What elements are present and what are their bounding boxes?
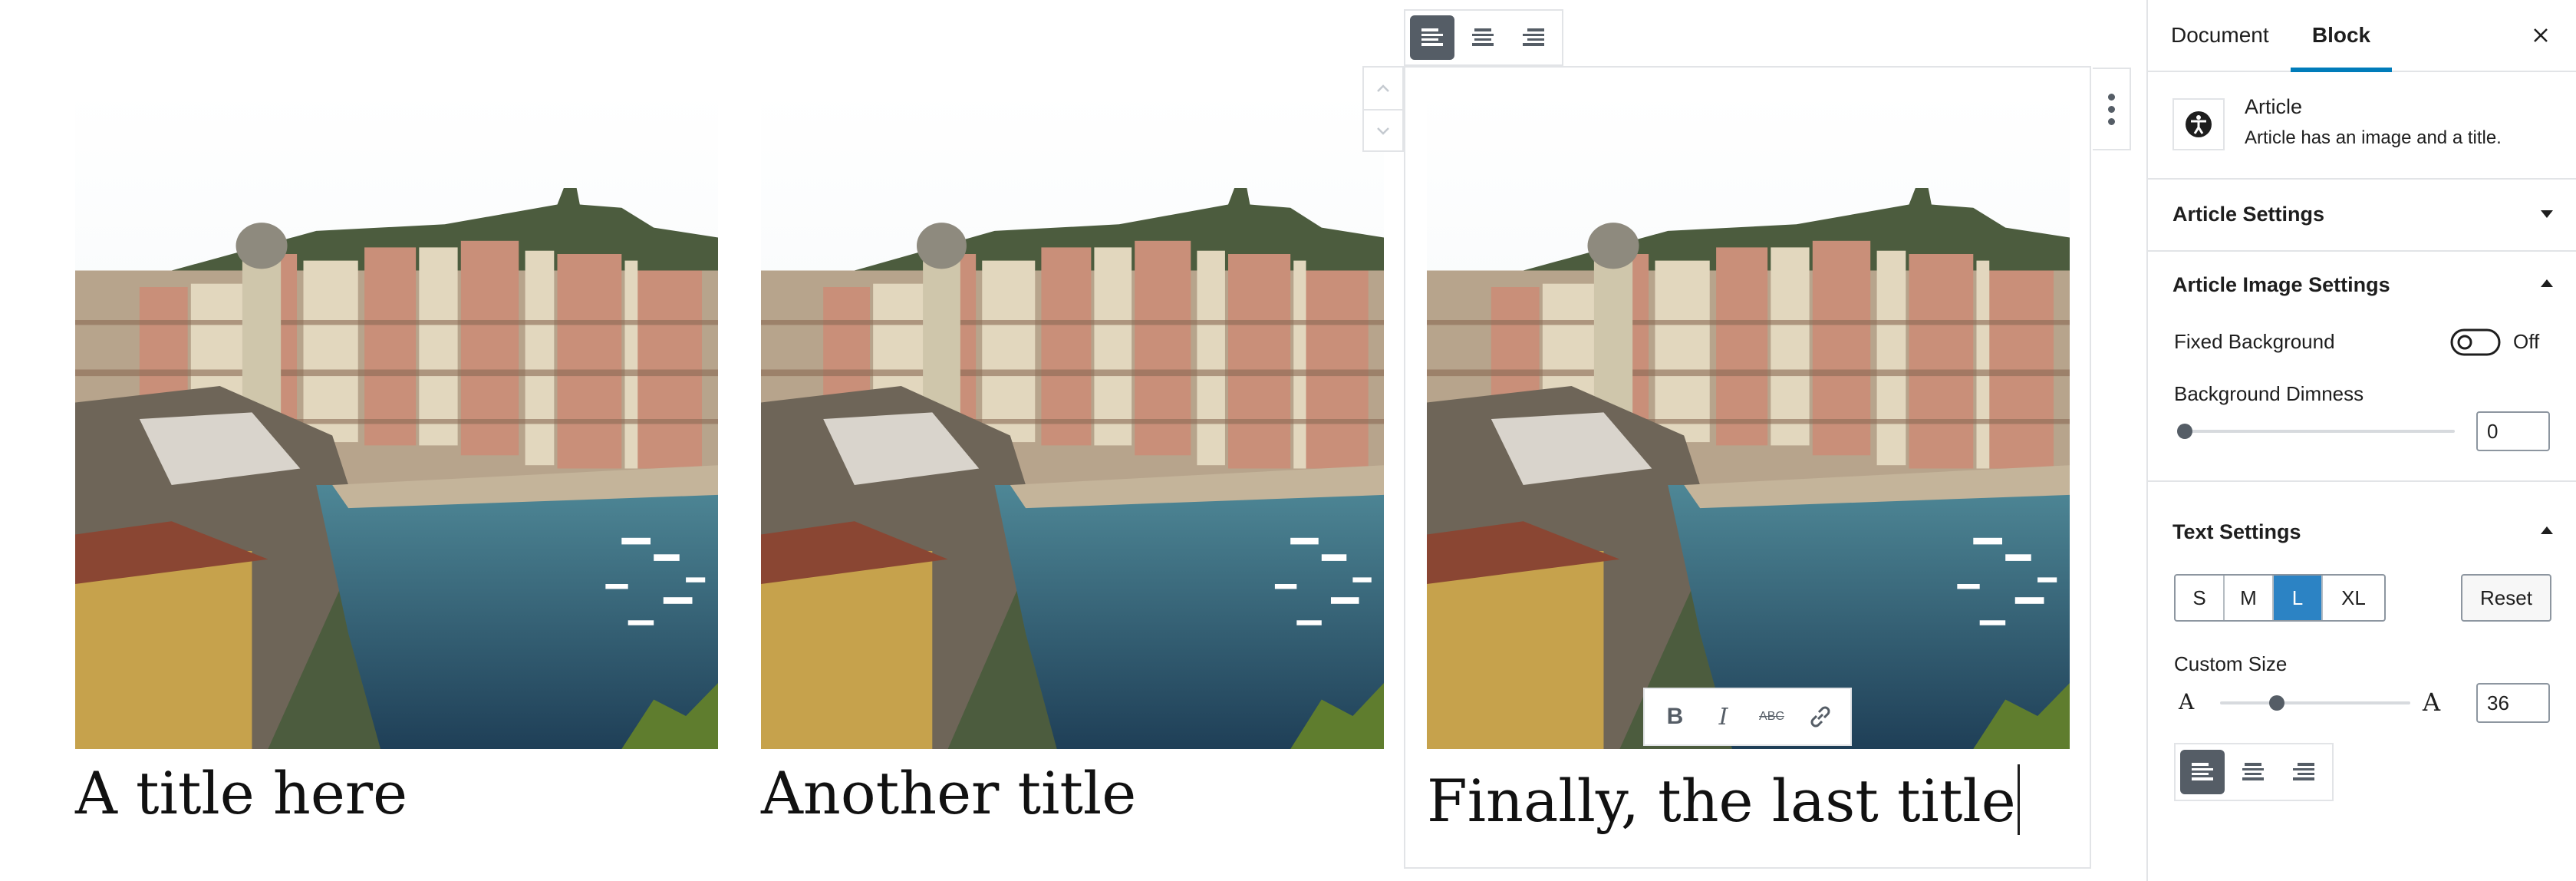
move-down-button[interactable] xyxy=(1364,109,1402,152)
align-center-icon xyxy=(1472,28,1494,46)
background-dimness-slider-thumb[interactable] xyxy=(2177,424,2192,439)
settings-sidebar: Document Block Article Article has an im… xyxy=(2146,0,2576,881)
align-center-icon xyxy=(2242,763,2264,780)
fixed-background-state: Off xyxy=(2513,330,2540,353)
block-name: Article xyxy=(2245,95,2303,118)
article-image[interactable] xyxy=(1427,89,2070,749)
block-alignment-toolbar xyxy=(1404,9,1563,66)
text-align-left-button[interactable] xyxy=(2180,750,2225,794)
article-card[interactable]: Another title xyxy=(761,89,1384,823)
fixed-background-toggle[interactable] xyxy=(2450,328,2501,360)
block-mover xyxy=(1362,66,1404,152)
text-caret xyxy=(2017,764,2020,835)
block-icon xyxy=(2172,98,2225,150)
move-up-button[interactable] xyxy=(1364,68,1402,109)
close-sidebar-button[interactable] xyxy=(2525,20,2556,51)
align-left-button[interactable] xyxy=(1410,15,1454,60)
link-button[interactable] xyxy=(1800,696,1841,737)
editor-canvas: A title here Another title Finally, the … xyxy=(0,0,2146,881)
toggle-off-icon xyxy=(2450,328,2501,356)
panel-article-image-settings[interactable]: Article Image Settings xyxy=(2172,273,2390,297)
text-alignment-toolbar xyxy=(2174,743,2334,801)
align-right-button[interactable] xyxy=(1511,15,1556,60)
accessibility-icon xyxy=(2186,111,2212,137)
article-title-text[interactable]: Finally, the last title xyxy=(1427,767,2016,835)
tab-block[interactable]: Block xyxy=(2291,0,2392,72)
article-title[interactable]: Another title xyxy=(761,764,1136,823)
size-xl-button[interactable]: XL xyxy=(2323,576,2384,620)
article-title-editing[interactable]: Finally, the last title xyxy=(1427,764,2020,835)
align-left-icon xyxy=(1421,28,1443,46)
close-icon xyxy=(2534,28,2548,42)
divider xyxy=(2148,250,2576,252)
tab-document[interactable]: Document xyxy=(2171,0,2269,71)
background-dimness-input[interactable]: 0 xyxy=(2476,411,2550,451)
size-s-button[interactable]: S xyxy=(2176,576,2225,620)
chevron-up-icon[interactable] xyxy=(2541,279,2553,287)
article-image[interactable] xyxy=(75,89,718,749)
custom-size-slider-thumb[interactable] xyxy=(2269,695,2284,711)
size-l-button[interactable]: L xyxy=(2274,576,2323,620)
more-options-button[interactable] xyxy=(2093,68,2131,150)
block-description: Article has an image and a title. xyxy=(2245,127,2502,148)
text-align-center-button[interactable] xyxy=(2231,750,2275,794)
align-right-icon xyxy=(2293,763,2314,780)
background-dimness-label: Background Dimness xyxy=(2174,382,2364,405)
custom-size-input[interactable]: 36 xyxy=(2476,683,2550,723)
align-center-button[interactable] xyxy=(1461,15,1505,60)
chevron-up-icon xyxy=(1377,84,1389,92)
article-title[interactable]: A title here xyxy=(75,764,407,823)
align-left-icon xyxy=(2192,763,2213,780)
text-size-picker: S M L XL xyxy=(2174,574,2386,622)
custom-size-slider[interactable] xyxy=(2220,701,2410,704)
panel-text-settings[interactable]: Text Settings xyxy=(2172,520,2301,544)
small-a-icon: A xyxy=(2179,689,2195,714)
ellipsis-icon xyxy=(2107,93,2115,101)
italic-button[interactable]: I xyxy=(1703,696,1744,737)
chevron-down-icon xyxy=(1377,127,1389,135)
village-photo xyxy=(75,89,718,749)
sidebar-tabs: Document Block xyxy=(2148,0,2576,72)
divider xyxy=(2148,480,2576,482)
size-m-button[interactable]: M xyxy=(2225,576,2274,620)
article-card-selected[interactable]: Finally, the last title xyxy=(1427,89,2070,835)
custom-size-label: Custom Size xyxy=(2174,652,2288,675)
article-image[interactable] xyxy=(761,89,1384,749)
link-icon xyxy=(1810,706,1830,728)
panel-article-settings[interactable]: Article Settings xyxy=(2172,203,2324,226)
text-align-right-button[interactable] xyxy=(2281,750,2326,794)
strikethrough-button[interactable]: ABC xyxy=(1751,696,1793,737)
village-photo xyxy=(1427,89,2070,749)
fixed-background-label: Fixed Background xyxy=(2174,330,2335,353)
format-toolbar: B I ABC xyxy=(1643,688,1852,746)
block-card: Article Article has an image and a title… xyxy=(2148,72,2576,180)
chevron-down-icon[interactable] xyxy=(2541,210,2553,218)
bold-button[interactable]: B xyxy=(1655,696,1696,737)
large-a-icon: A xyxy=(2423,688,2441,717)
article-card[interactable]: A title here xyxy=(75,89,718,823)
reset-button[interactable]: Reset xyxy=(2461,574,2551,622)
align-right-icon xyxy=(1523,28,1544,46)
chevron-up-icon[interactable] xyxy=(2541,526,2553,534)
background-dimness-slider[interactable] xyxy=(2179,430,2455,433)
village-photo xyxy=(761,89,1384,749)
